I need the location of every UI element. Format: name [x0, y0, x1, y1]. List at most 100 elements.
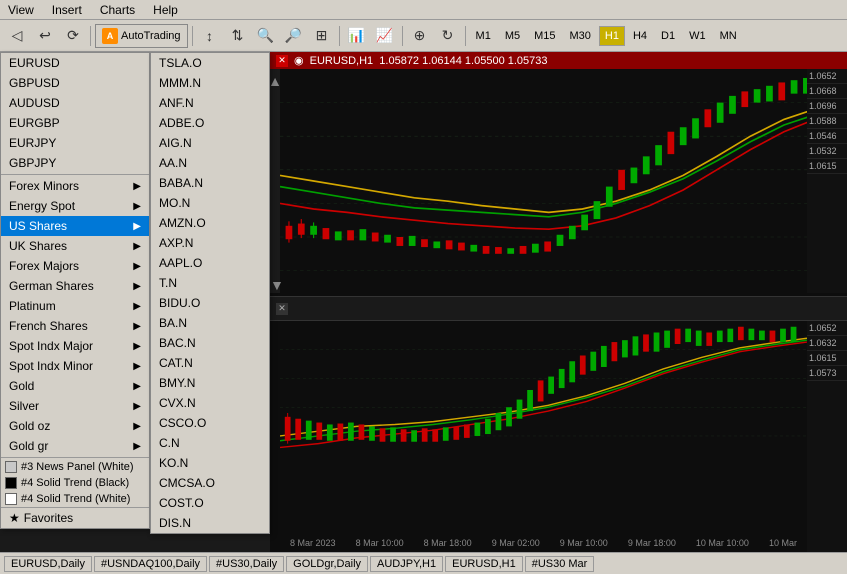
submenu-item-bidu[interactable]: BIDU.O — [151, 293, 269, 313]
nav-icon-solid-trend-white[interactable]: #4 Solid Trend (White) — [1, 491, 149, 507]
toolbar-btn-12[interactable]: ↻ — [435, 24, 461, 48]
status-us30-mar[interactable]: #US30 Mar — [525, 556, 595, 572]
chart-body-bottom[interactable]: 1.0652 1.0632 1.0615 1.0573 8 Mar 2023 8… — [270, 321, 847, 552]
menu-item-energy-spot[interactable]: Energy Spot ▶ — [1, 196, 149, 216]
arrow-icon: ▶ — [133, 221, 141, 232]
nav-icon-solid-trend-black[interactable]: #4 Solid Trend (Black) — [1, 475, 149, 491]
chart-divider: ✕ — [270, 297, 847, 321]
chart-svg-top — [280, 69, 847, 293]
submenu-item-amzn[interactable]: AMZN.O — [151, 213, 269, 233]
menu-insert[interactable]: Insert — [48, 2, 86, 18]
date-label-7: 10 Mar 10:00 — [696, 538, 749, 548]
tf-d1[interactable]: D1 — [655, 26, 681, 46]
submenu-item-axp[interactable]: AXP.N — [151, 233, 269, 253]
menu-item-spot-indx-major[interactable]: Spot Indx Major ▶ — [1, 336, 149, 356]
status-nasdaq[interactable]: #USNDAQ100,Daily — [94, 556, 207, 572]
tf-mn[interactable]: MN — [714, 26, 743, 46]
menu-item-forex-majors[interactable]: Forex Majors ▶ — [1, 256, 149, 276]
menu-item-french-shares[interactable]: French Shares ▶ — [1, 316, 149, 336]
submenu-item-csco[interactable]: CSCO.O — [151, 413, 269, 433]
toolbar-btn-6[interactable]: 🔍 — [253, 24, 279, 48]
submenu-item-bmy[interactable]: BMY.N — [151, 373, 269, 393]
status-eurusd[interactable]: EURUSD,Daily — [4, 556, 92, 572]
chart-body-top[interactable]: ▲ — [270, 69, 847, 293]
chart2-close-btn[interactable]: ✕ — [276, 303, 288, 315]
submenu-item-aapl[interactable]: AAPL.O — [151, 253, 269, 273]
menu-item-gold[interactable]: Gold ▶ — [1, 376, 149, 396]
date-label-4: 9 Mar 02:00 — [492, 538, 540, 548]
submenu-item-tsla[interactable]: TSLA.O — [151, 53, 269, 73]
submenu-item-cat[interactable]: CAT.N — [151, 353, 269, 373]
tf-h1[interactable]: H1 — [599, 26, 625, 46]
price-label-b1: 1.0652 — [807, 321, 847, 336]
menu-item-silver[interactable]: Silver ▶ — [1, 396, 149, 416]
menu-item-gold-gr[interactable]: Gold gr ▶ — [1, 436, 149, 456]
submenu-item-cmcsa[interactable]: CMCSA.O — [151, 473, 269, 493]
menu-item-us-shares[interactable]: US Shares ▶ — [1, 216, 149, 236]
menu-item-spot-indx-minor[interactable]: Spot Indx Minor ▶ — [1, 356, 149, 376]
submenu-item-dis[interactable]: DIS.N — [151, 513, 269, 533]
toolbar-btn-3[interactable]: ⟳ — [60, 24, 86, 48]
submenu-item-bac[interactable]: BAC.N — [151, 333, 269, 353]
menu-item-forex-minors[interactable]: Forex Minors ▶ — [1, 176, 149, 196]
submenu-item-cost[interactable]: COST.O — [151, 493, 269, 513]
submenu-item-ba[interactable]: BA.N — [151, 313, 269, 333]
toolbar-btn-11[interactable]: ⊕ — [407, 24, 433, 48]
tf-h4[interactable]: H4 — [627, 26, 653, 46]
submenu-item-mmm[interactable]: MMM.N — [151, 73, 269, 93]
menu-item-audusd[interactable]: AUDUSD — [1, 93, 149, 113]
menu-separator-2 — [1, 457, 149, 458]
submenu-item-ko[interactable]: KO.N — [151, 453, 269, 473]
submenu-item-baba[interactable]: BABA.N — [151, 173, 269, 193]
arrow-icon: ▶ — [133, 281, 141, 292]
submenu-item-cvx[interactable]: CVX.N — [151, 393, 269, 413]
menu-item-eurjpy[interactable]: EURJPY — [1, 133, 149, 153]
status-gold[interactable]: GOLDgr,Daily — [286, 556, 368, 572]
autotrading-button[interactable]: A AutoTrading — [95, 24, 188, 48]
toolbar-btn-5[interactable]: ⇅ — [225, 24, 251, 48]
toolbar-btn-2[interactable]: ↩ — [32, 24, 58, 48]
tf-m30[interactable]: M30 — [564, 26, 597, 46]
submenu-us-shares: TSLA.O MMM.N ANF.N ADBE.O AIG.N AA.N BAB… — [150, 52, 270, 534]
menu-item-platinum[interactable]: Platinum ▶ — [1, 296, 149, 316]
submenu-item-c[interactable]: C.N — [151, 433, 269, 453]
tf-m1[interactable]: M1 — [470, 26, 497, 46]
submenu-item-t[interactable]: T.N — [151, 273, 269, 293]
price-label-2: 1.0668 — [807, 84, 847, 99]
menu-item-gold-oz[interactable]: Gold oz ▶ — [1, 416, 149, 436]
menu-item-german-shares[interactable]: German Shares ▶ — [1, 276, 149, 296]
menu-charts[interactable]: Charts — [96, 2, 139, 18]
submenu-item-mo[interactable]: MO.N — [151, 193, 269, 213]
status-eurusd-h1[interactable]: EURUSD,H1 — [445, 556, 523, 572]
menu-item-eurusd[interactable]: EURUSD — [1, 53, 149, 73]
tf-w1[interactable]: W1 — [683, 26, 712, 46]
status-us30[interactable]: #US30,Daily — [209, 556, 284, 572]
nav-icon-news-panel[interactable]: #3 News Panel (White) — [1, 459, 149, 475]
tf-m15[interactable]: M15 — [528, 26, 561, 46]
toolbar-btn-9[interactable]: 📊 — [344, 24, 370, 48]
submenu-item-aig[interactable]: AIG.N — [151, 133, 269, 153]
toolbar-btn-10[interactable]: 📈 — [372, 24, 398, 48]
color-box-white2 — [5, 493, 17, 505]
menu-help[interactable]: Help — [149, 2, 182, 18]
favorites-bar[interactable]: ★ Favorites — [1, 508, 149, 528]
menu-item-gbpusd[interactable]: GBPUSD — [1, 73, 149, 93]
nav-label-news: #3 News Panel (White) — [21, 461, 134, 473]
toolbar-btn-4[interactable]: ↕ — [197, 24, 223, 48]
menu-view[interactable]: View — [4, 2, 38, 18]
toolbar-btn-8[interactable]: ⊞ — [309, 24, 335, 48]
submenu-item-aa[interactable]: AA.N — [151, 153, 269, 173]
status-audjpy[interactable]: AUDJPY,H1 — [370, 556, 443, 572]
toolbar-btn-1[interactable]: ◁ — [4, 24, 30, 48]
submenu-item-anf[interactable]: ANF.N — [151, 93, 269, 113]
menu-item-eurgbp[interactable]: EURGBP — [1, 113, 149, 133]
color-box-white — [5, 461, 17, 473]
tf-m5[interactable]: M5 — [499, 26, 526, 46]
chart-close-btn[interactable]: ✕ — [276, 55, 288, 67]
arrow-icon: ▶ — [133, 381, 141, 392]
nav-label-solid-white: #4 Solid Trend (White) — [21, 493, 130, 505]
submenu-item-adbe[interactable]: ADBE.O — [151, 113, 269, 133]
menu-item-gbpjpy[interactable]: GBPJPY — [1, 153, 149, 173]
menu-item-uk-shares[interactable]: UK Shares ▶ — [1, 236, 149, 256]
toolbar-btn-7[interactable]: 🔎 — [281, 24, 307, 48]
